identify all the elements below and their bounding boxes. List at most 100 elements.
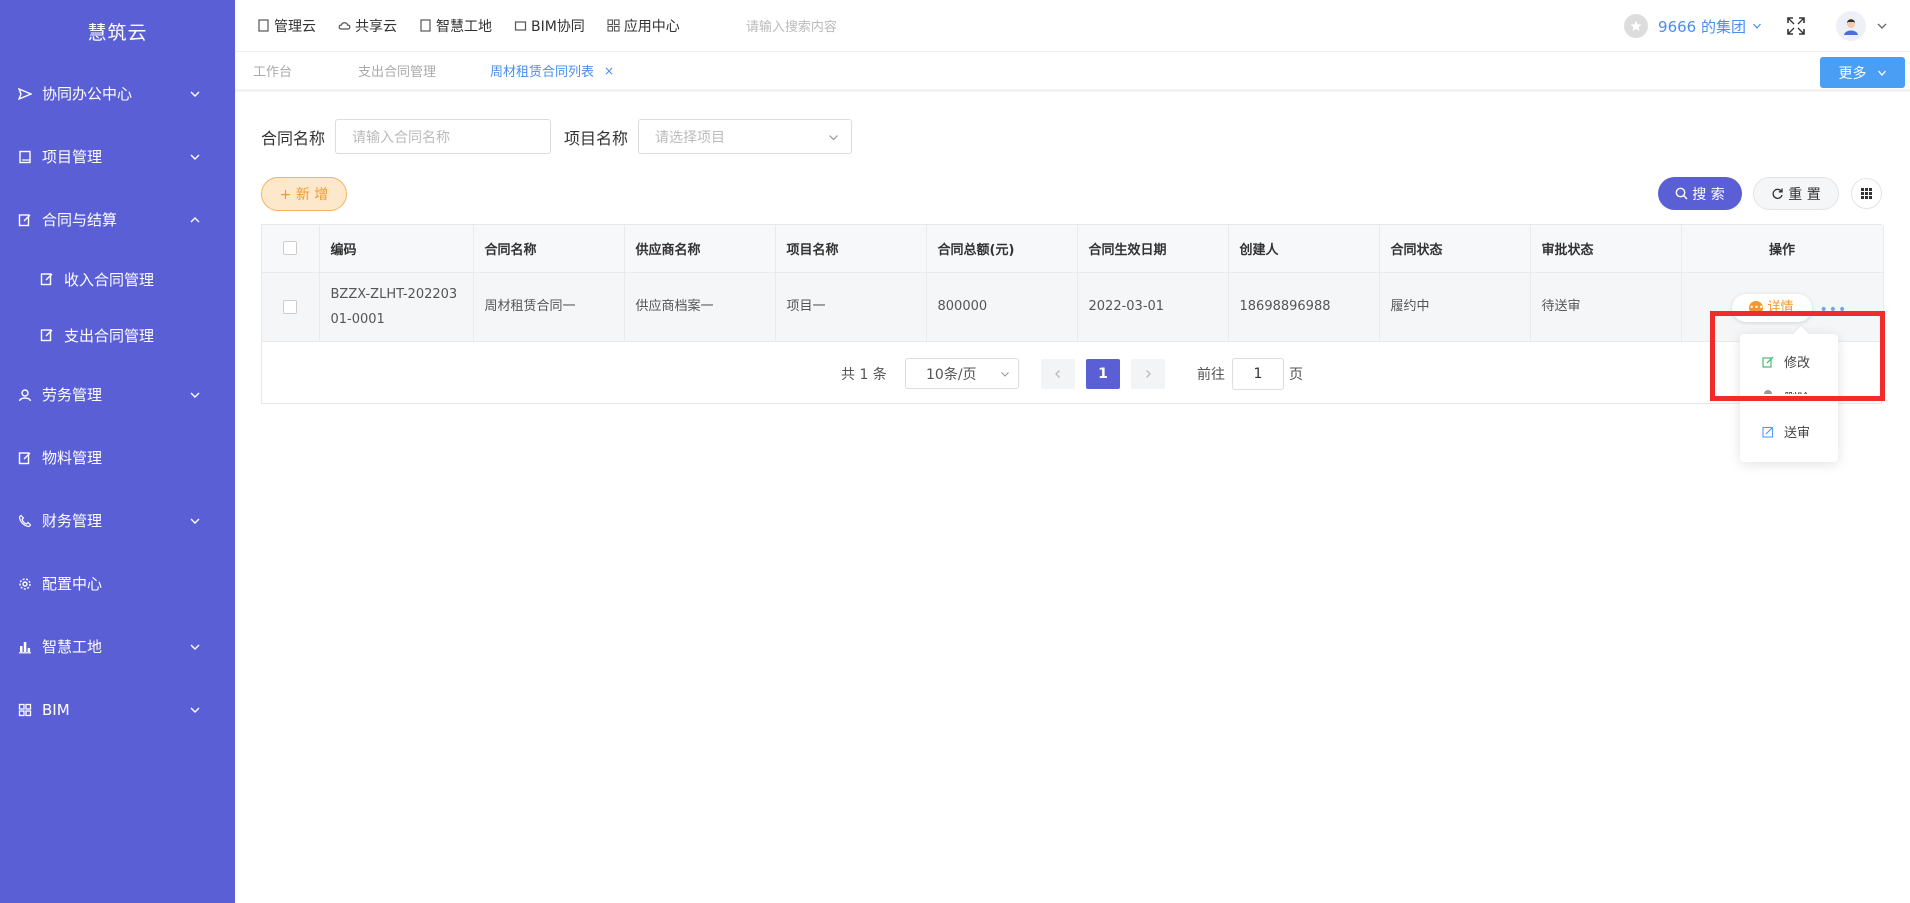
top-link-label: 共享云 [355, 18, 397, 35]
goto-label: 前往 [1197, 366, 1225, 383]
menu-item-edit[interactable]: 修改 [1762, 352, 1810, 371]
sidebar-item-label: BIM [42, 700, 70, 719]
top-link-smart-site[interactable]: 智慧工地 [419, 16, 492, 36]
top-link-bim[interactable]: BIM协同 [514, 16, 585, 36]
sidebar-item-contract-settlement[interactable]: 合同与结算 [0, 188, 235, 251]
page-number-button[interactable]: 1 [1086, 359, 1120, 389]
sidebar-item-label: 劳务管理 [42, 386, 103, 404]
sidebar-item-finance[interactable]: 财务管理 [0, 489, 235, 552]
sidebar-item-bim[interactable]: BIM [0, 678, 235, 741]
amount-cell: 800000 [926, 272, 1078, 342]
column-header: 合同生效日期 [1077, 225, 1229, 273]
cloud-icon [338, 22, 351, 30]
chevron-down-icon [1877, 70, 1886, 76]
search-button-label: 搜 索 [1692, 186, 1725, 203]
filter-label: 合同名称 [261, 128, 326, 148]
supplier-cell: 供应商档案一 [624, 272, 776, 342]
sidebar-item-config[interactable]: 配置中心 [0, 552, 235, 615]
reset-button-label: 重 置 [1788, 186, 1821, 203]
top-link-label: BIM协同 [531, 18, 585, 35]
sidebar-item-labor[interactable]: 劳务管理 [0, 363, 235, 426]
close-icon[interactable]: × [604, 64, 614, 78]
select-all-checkbox[interactable] [283, 241, 298, 256]
tab-label: 工作台 [253, 65, 293, 80]
sidebar-item-label: 物料管理 [42, 449, 103, 467]
menu-item-label: 修改 [1784, 356, 1811, 371]
menu-item-label: 删除 [1784, 388, 1810, 394]
menu-item-delete[interactable]: 删除 [1762, 388, 1810, 394]
column-header: 审批状态 [1530, 225, 1682, 273]
sidebar-item-smart-site[interactable]: 智慧工地 [0, 615, 235, 678]
top-link-share-cloud[interactable]: 共享云 [338, 16, 397, 36]
code-line: 01-0001 [330, 311, 385, 327]
edit-doc-icon [40, 272, 54, 286]
project-name-select[interactable]: 请选择项目 [638, 119, 853, 154]
sidebar-item-material[interactable]: 物料管理 [0, 426, 235, 489]
row-checkbox[interactable] [283, 299, 298, 314]
sidebar-item-collab-office[interactable]: 协同办公中心 [0, 62, 235, 125]
tab-rental-contract-list[interactable]: 周材租赁合同列表 × [490, 61, 614, 81]
top-bar: 管理云 共享云 智慧工地 BIM协同 应用中心 请输入搜索内容 9666 的集团 [235, 0, 1910, 52]
prev-page-button[interactable] [1041, 359, 1075, 389]
search-icon [1675, 187, 1688, 200]
contract-status-cell: 履约中 [1379, 272, 1531, 342]
more-actions-dropdown: 修改 删除 送审 [1740, 334, 1838, 462]
person-icon [1844, 19, 1858, 35]
sidebar-item-income-contract[interactable]: 收入合同管理 [0, 251, 235, 307]
add-button[interactable]: + 新 增 [261, 177, 347, 211]
reset-button[interactable]: 重 置 [1753, 177, 1839, 210]
filter-contract-name: 合同名称 请输入合同名称 [261, 119, 552, 154]
row-checkbox-cell [262, 272, 320, 342]
column-header: 合同名称 [473, 225, 625, 273]
sidebar-item-project[interactable]: 项目管理 [0, 125, 235, 188]
tab-expense-contract[interactable]: 支出合同管理 [358, 61, 436, 80]
chevron-up-icon [190, 216, 200, 222]
column-header: 合同总额(元) [926, 225, 1078, 273]
more-button[interactable]: 更多 [1820, 57, 1905, 88]
refresh-icon [1772, 188, 1783, 199]
more-actions-icon[interactable]: ••• [1820, 298, 1848, 323]
goto-page-input[interactable]: 1 [1232, 358, 1284, 390]
top-link-label: 管理云 [274, 18, 316, 35]
column-header: 操作 [1681, 225, 1884, 273]
app-logo: 慧筑云 [87, 21, 148, 44]
pagination: 共 1 条 10条/页 1 前往 1 页 [262, 356, 1881, 391]
star-icon [1630, 20, 1642, 31]
grid-icon [18, 703, 32, 717]
page-size-select[interactable]: 10条/页 [905, 358, 1019, 389]
column-header: 创建人 [1228, 225, 1380, 273]
menu-item-label: 送审 [1784, 426, 1811, 441]
chevron-down-icon [190, 707, 200, 713]
org-avatar [1624, 14, 1649, 38]
detail-button[interactable]: ••• 详情 [1731, 293, 1812, 322]
chevron-down-icon [1001, 371, 1009, 377]
sidebar-item-label: 合同与结算 [42, 211, 118, 229]
sidebar-item-label: 协同办公中心 [42, 85, 133, 103]
chevron-right-icon [1146, 370, 1151, 378]
chevron-down-icon [829, 135, 838, 141]
org-switcher[interactable]: 9666 的集团 [1658, 16, 1762, 37]
effective-date-cell: 2022-03-01 [1077, 272, 1229, 342]
top-link-management-cloud[interactable]: 管理云 [257, 16, 316, 36]
sidebar-item-expense-contract[interactable]: 支出合同管理 [0, 307, 235, 363]
chevron-down-icon[interactable] [1876, 20, 1888, 32]
next-page-button[interactable] [1131, 359, 1165, 389]
gear-icon [18, 577, 32, 591]
operation-cell: ••• 详情 ••• [1681, 272, 1884, 342]
more-button-label: 更多 [1838, 65, 1867, 82]
fullscreen-icon[interactable] [1786, 16, 1806, 36]
search-button[interactable]: 搜 索 [1658, 177, 1742, 210]
column-settings-button[interactable] [1851, 178, 1882, 209]
contract-name-input[interactable]: 请输入合同名称 [335, 119, 552, 154]
tab-workbench[interactable]: 工作台 [253, 61, 292, 80]
global-search-input[interactable]: 请输入搜索内容 [746, 16, 837, 35]
user-avatar[interactable] [1836, 11, 1866, 41]
edit-doc-icon [18, 213, 32, 227]
menu-item-submit-review[interactable]: 送审 [1762, 422, 1810, 441]
header-checkbox-cell [262, 225, 320, 273]
top-link-app-center[interactable]: 应用中心 [607, 16, 680, 36]
chevron-down-icon [190, 644, 200, 650]
tab-label: 支出合同管理 [358, 65, 437, 80]
pagination-total: 共 1 条 [841, 366, 887, 383]
chat-icon: ••• [1749, 300, 1764, 315]
